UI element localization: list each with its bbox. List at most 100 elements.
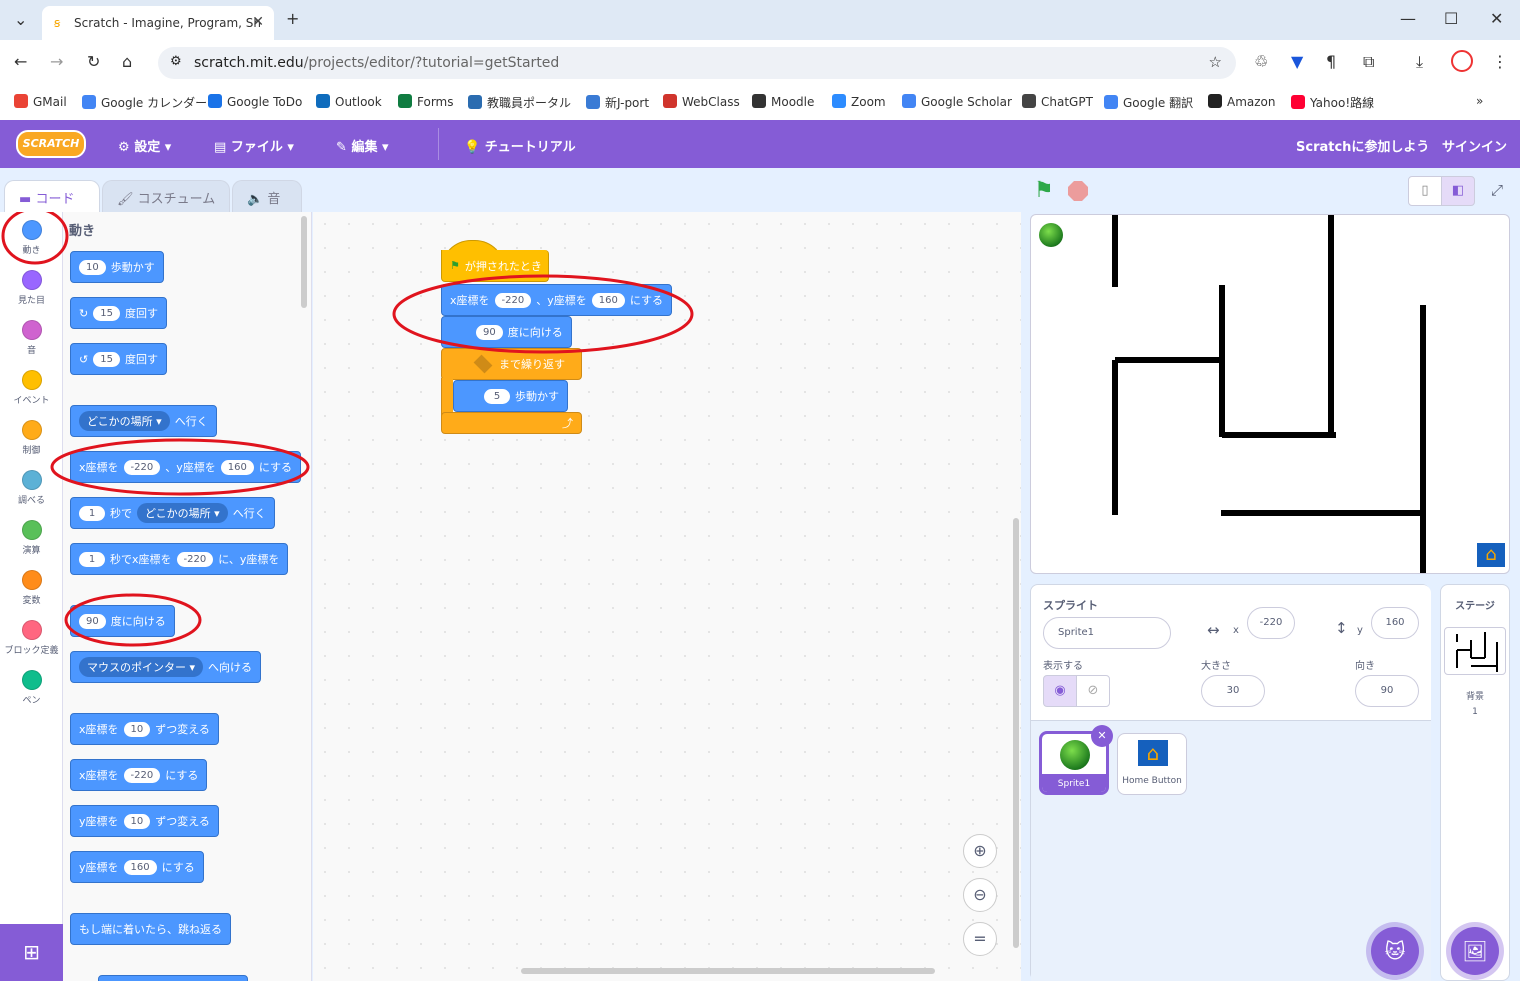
when-flag-clicked-block[interactable]: ⚑ が押されたとき (441, 250, 549, 282)
category-7[interactable]: 変数 (0, 570, 63, 606)
stage-canvas[interactable]: ⌂ (1030, 214, 1510, 574)
turn-right-block[interactable]: ↻ 15 度回す (70, 297, 167, 329)
tab-sound[interactable]: 🔈 音 (232, 180, 302, 212)
minimize-icon[interactable]: — (1400, 9, 1416, 28)
x-input[interactable]: -220 (494, 292, 532, 308)
close-window-icon[interactable]: ✕ (1490, 9, 1503, 28)
move-steps-block[interactable]: 10 歩動かす (70, 251, 164, 283)
bookmark-item[interactable]: 新J-port (586, 94, 649, 111)
reload-icon[interactable]: ↻ (87, 52, 100, 71)
dx-input[interactable]: 10 (123, 721, 151, 737)
bookmark-item[interactable]: WebClass (663, 94, 740, 109)
category-1[interactable]: 見た目 (0, 270, 63, 306)
category-6[interactable]: 演算 (0, 520, 63, 556)
turn-left-block[interactable]: ↺ 15 度回す (70, 343, 167, 375)
target-dropdown[interactable]: どこかの場所 ▾ (137, 503, 228, 523)
goto-xy-block[interactable]: x座標を -220 、y座標を 160 にする (441, 284, 672, 316)
profile-icon[interactable] (1451, 50, 1473, 72)
add-extension-button[interactable]: ⊞ (0, 924, 63, 981)
site-info-icon[interactable]: ⚙ (170, 54, 182, 69)
goto-xy-block[interactable]: x座標を -220 、y座標を 160 にする (70, 451, 301, 483)
steps-input[interactable]: 5 (484, 388, 510, 404)
tab-costume[interactable]: 🖌 コスチューム (102, 180, 230, 212)
green-flag-button[interactable]: ⚑ (1034, 178, 1054, 203)
bookmark-item[interactable]: Google ToDo (208, 94, 302, 109)
sign-in-link[interactable]: サインイン (1442, 136, 1507, 155)
bookmark-item[interactable]: Amazon (1208, 94, 1276, 109)
stop-button[interactable] (1068, 181, 1088, 201)
sprite-name-field[interactable]: Sprite1 (1043, 617, 1171, 649)
hide-sprite-button[interactable]: ⊘ (1076, 675, 1110, 707)
settings-menu[interactable]: ⚙ 設定 ▾ (118, 136, 171, 155)
delete-sprite-button[interactable]: ✕ (1091, 725, 1113, 747)
dy-input[interactable]: 10 (123, 813, 151, 829)
choose-backdrop-button[interactable]: 🖼 (1451, 927, 1499, 975)
y-input[interactable]: 160 (220, 459, 254, 475)
bookmark-item[interactable]: Google Scholar (902, 94, 1012, 109)
new-tab-icon[interactable]: + (286, 9, 299, 28)
small-stage-button[interactable]: ▯ (1408, 176, 1442, 206)
zoom-out-button[interactable]: ⊖ (963, 878, 997, 912)
category-0[interactable]: 動き (0, 220, 63, 256)
tab-code[interactable]: ▬ コード (4, 180, 100, 212)
repeat-until-block[interactable]: まで繰り返す (441, 348, 582, 380)
workspace-horizontal-scrollbar[interactable] (521, 968, 935, 974)
bookmark-item[interactable]: Outlook (316, 94, 382, 109)
set-y-block[interactable]: y座標を 160 にする (70, 851, 204, 883)
rotation-style-block[interactable] (98, 975, 248, 981)
zoom-reset-button[interactable]: = (963, 922, 997, 956)
home-button-sprite-on-stage[interactable]: ⌂ (1477, 543, 1505, 567)
code-workspace[interactable]: ⚑ が押されたとき x座標を -220 、y座標を 160 にする 90 度に向… (313, 212, 1021, 981)
y-position-field[interactable]: 160 (1371, 607, 1419, 639)
glide-xy-block[interactable]: 1 秒でx座標を -220 に、y座標を (70, 543, 289, 575)
bounce-block[interactable]: もし端に着いたら、跳ね返る (70, 913, 231, 945)
goto-block[interactable]: どこかの場所 ▾ へ行く (70, 405, 217, 437)
fullscreen-button[interactable]: ⤢ (1482, 176, 1512, 206)
direction-input[interactable]: 90 (476, 324, 503, 340)
direction-field[interactable]: 90 (1355, 675, 1419, 707)
back-icon[interactable]: ← (14, 52, 27, 71)
y-input[interactable]: 160 (123, 859, 157, 875)
category-3[interactable]: イベント (0, 370, 63, 406)
join-scratch-link[interactable]: Scratchに参加しよう (1296, 136, 1429, 155)
stage-selector[interactable]: ステージ 背景 1 🖼 (1440, 584, 1510, 981)
x-input[interactable]: -220 (123, 459, 161, 475)
file-menu[interactable]: ▤ ファイル ▾ (214, 136, 294, 155)
category-4[interactable]: 制御 (0, 420, 63, 456)
browser-menu-icon[interactable]: ⋮ (1492, 52, 1508, 71)
set-x-block[interactable]: x座標を -220 にする (70, 759, 208, 791)
extension-icon[interactable]: ▼ (1291, 52, 1303, 71)
category-5[interactable]: 調べる (0, 470, 63, 506)
glide-block[interactable]: 1 秒で どこかの場所 ▾ へ行く (70, 497, 275, 529)
towards-dropdown[interactable]: マウスのポインター ▾ (79, 657, 204, 677)
degrees-input[interactable]: 15 (93, 351, 120, 367)
x-input[interactable]: -220 (176, 551, 214, 567)
move-steps-block[interactable]: 5 歩動かす (453, 380, 568, 412)
category-9[interactable]: ペン (0, 670, 63, 706)
bookmark-item[interactable]: 教職員ポータル (468, 94, 571, 111)
y-input[interactable]: 160 (591, 292, 625, 308)
sprite-thumb-home-button[interactable]: ⌂ Home Button (1117, 733, 1187, 795)
change-y-block[interactable]: y座標を 10 ずつ変える (70, 805, 219, 837)
point-direction-block[interactable]: 90 度に向ける (70, 605, 175, 637)
browser-tab[interactable]: ꞩ Scratch - Imagine, Program, Sh ✕ (42, 6, 274, 40)
more-bookmarks-icon[interactable]: » (1476, 94, 1483, 108)
change-x-block[interactable]: x座標を 10 ずつ変える (70, 713, 219, 745)
tab-search-icon[interactable]: ⌄ (14, 10, 27, 29)
x-input[interactable]: -220 (123, 767, 161, 783)
palette-scrollbar[interactable] (301, 216, 307, 308)
forward-icon[interactable]: → (50, 52, 63, 71)
close-tab-icon[interactable]: ✕ (252, 14, 264, 30)
point-direction-block[interactable]: 90 度に向ける (441, 316, 572, 348)
choose-sprite-button[interactable]: 🐱 (1371, 927, 1419, 975)
bookmark-item[interactable]: GMail (14, 94, 67, 109)
edit-menu[interactable]: ✎ 編集 ▾ (336, 136, 389, 155)
extension-icon[interactable]: ¶ (1326, 52, 1336, 71)
show-sprite-button[interactable]: ◉ (1043, 675, 1077, 707)
extensions-puzzle-icon[interactable]: ⧉ (1363, 52, 1374, 72)
bookmark-item[interactable]: Zoom (832, 94, 886, 109)
direction-input[interactable]: 90 (79, 613, 106, 629)
size-field[interactable]: 30 (1201, 675, 1265, 707)
scratch-logo[interactable]: SCRATCH (16, 130, 86, 158)
bookmark-star-icon[interactable]: ☆ (1209, 53, 1222, 71)
